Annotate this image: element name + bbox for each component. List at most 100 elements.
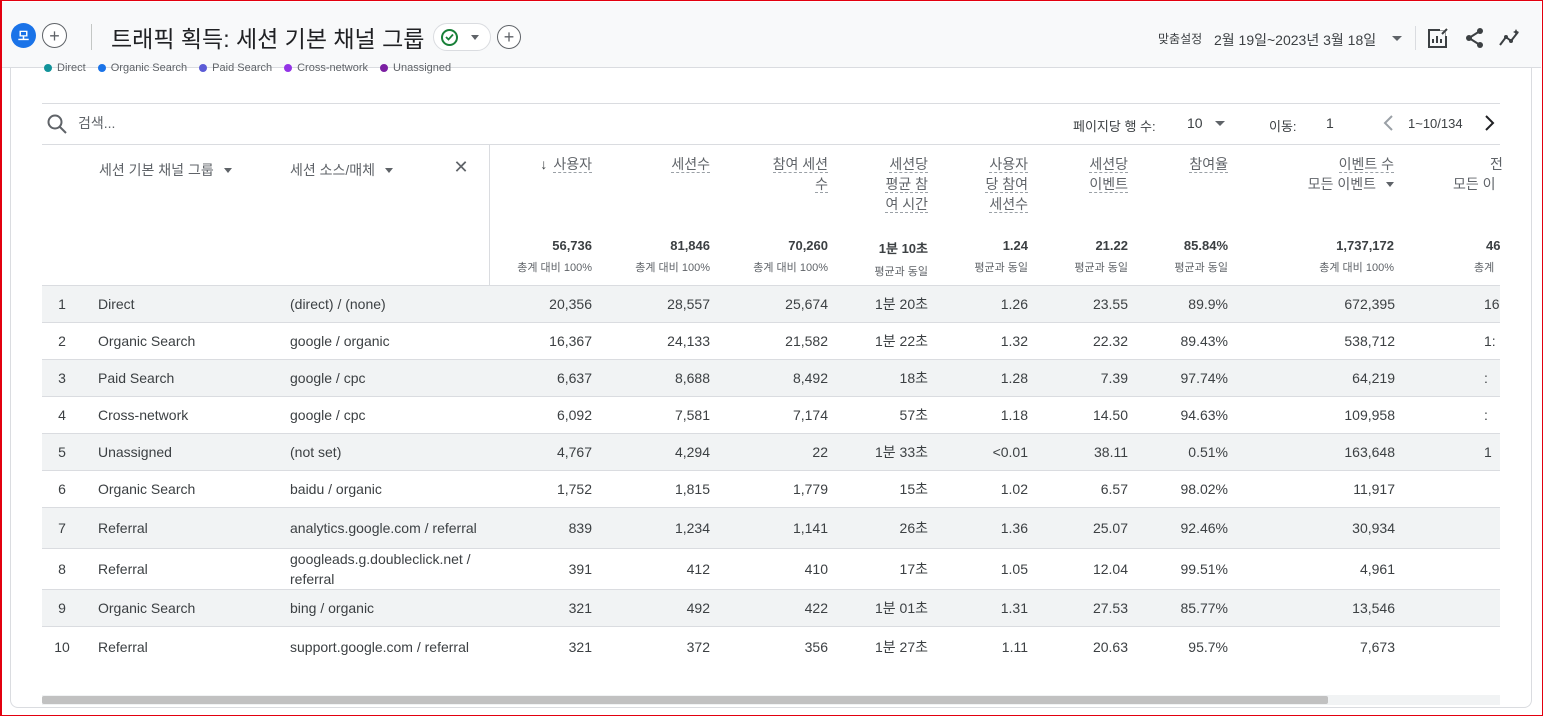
add-comparison-button[interactable]: +: [42, 23, 67, 48]
date-range-caret-icon[interactable]: [1392, 36, 1402, 41]
chart-legend: Direct Organic Search Paid Search Cross-…: [44, 62, 451, 74]
metric-cell: 422: [804, 600, 828, 616]
metric-cell: 1.02: [1000, 481, 1028, 497]
metric-cell: 1분 33초: [874, 444, 928, 460]
row-index: 4: [58, 407, 66, 423]
source-medium-cell[interactable]: google / cpc: [290, 397, 480, 433]
toolbar-divider: [42, 103, 1500, 104]
rows-per-page-select[interactable]: 10: [1187, 115, 1203, 131]
source-medium-cell[interactable]: google / cpc: [290, 360, 480, 396]
metric-cell: 1,141: [792, 520, 828, 536]
metric-cell: 8,492: [792, 370, 828, 386]
source-medium-cell[interactable]: bing / organic: [290, 590, 480, 626]
legend-item[interactable]: Direct: [44, 62, 86, 74]
metric-cell: 25.07: [1092, 520, 1128, 536]
customize-report-icon[interactable]: [1426, 26, 1450, 50]
remove-dimension-close-icon[interactable]: ✕: [452, 157, 470, 177]
date-range-picker[interactable]: 2월 19일~2023년 3월 18일: [1214, 30, 1376, 50]
goto-page-input[interactable]: 1: [1326, 115, 1334, 131]
metric-header-events-per-session[interactable]: 세션당이벤트: [1048, 154, 1128, 194]
secondary-dimension-header[interactable]: 세션 소스/매체: [290, 160, 394, 180]
legend-dot: [380, 64, 389, 72]
metric-header-engagement-rate[interactable]: 참여율: [1148, 154, 1228, 174]
metric-cell: 16,367: [549, 333, 592, 349]
table-row[interactable]: 6 Organic Search baidu / organic 1,752 1,815…: [42, 470, 1500, 507]
channel-cell[interactable]: Cross-network: [98, 397, 278, 433]
legend-item[interactable]: Paid Search: [199, 62, 272, 74]
metric-cell: 1,752: [556, 481, 592, 497]
channel-cell[interactable]: Organic Search: [98, 323, 278, 359]
chevron-down-icon: [1386, 181, 1394, 187]
metric-cell: 4,294: [674, 444, 710, 460]
insights-icon[interactable]: [1498, 26, 1522, 50]
table-row[interactable]: 1 Direct (direct) / (none) 20,356 28,557 25,6…: [42, 285, 1500, 322]
channel-cell[interactable]: Paid Search: [98, 360, 278, 396]
legend-item[interactable]: Unassigned: [380, 62, 451, 74]
metric-label: 세션당: [1089, 156, 1128, 173]
property-avatar[interactable]: 모: [11, 23, 36, 48]
table-row[interactable]: 9 Organic Search bing / organic 321 492 422 1분…: [42, 589, 1500, 626]
metric-cell: 1,234: [674, 520, 710, 536]
primary-dimension-header[interactable]: 세션 기본 채널 그룹: [99, 160, 232, 180]
metric-cell: 1.05: [1000, 561, 1028, 577]
table-row[interactable]: 3 Paid Search google / cpc 6,637 8,688 8,492 1…: [42, 359, 1500, 396]
table-row[interactable]: 2 Organic Search google / organic 16,367 24,…: [42, 322, 1500, 359]
metric-cell: 7.39: [1100, 370, 1128, 386]
metric-cell: 64,219: [1352, 370, 1395, 386]
table-search-input[interactable]: [78, 113, 378, 133]
source-medium-cell[interactable]: (not set): [290, 434, 480, 470]
metric-cell: :: [1484, 370, 1488, 386]
channel-cell[interactable]: Direct: [98, 286, 278, 322]
report-status-dropdown[interactable]: [433, 23, 491, 51]
table-row[interactable]: 10 Referral support.google.com / referral 3…: [42, 626, 1500, 666]
metric-header-avg-engagement-time[interactable]: 세션당 평균 참여 시간: [848, 154, 928, 214]
metric-cell: 28,557: [667, 296, 710, 312]
total-engagement-rate: 85.84% 평균과 동일: [1138, 238, 1228, 275]
table-row[interactable]: 7 Referral analytics.google.com / referral…: [42, 507, 1500, 548]
add-report-button[interactable]: +: [497, 25, 521, 49]
metric-header-sessions[interactable]: 세션수: [620, 154, 710, 174]
legend-item[interactable]: Organic Search: [97, 62, 187, 74]
metric-cell: 94.63%: [1180, 407, 1228, 423]
source-medium-cell[interactable]: baidu / organic: [290, 471, 480, 507]
channel-cell[interactable]: Unassigned: [98, 434, 278, 470]
chevron-left-icon[interactable]: [1379, 112, 1399, 134]
metric-cell: 1.18: [1000, 407, 1028, 423]
metric-header-conversions[interactable]: 전 모든 이: [1440, 154, 1540, 194]
table-row[interactable]: 8 Referral googleads.g.doubleclick.net / r…: [42, 548, 1500, 589]
total-comparison: 평균과 동일: [1074, 262, 1128, 274]
metric-header-engaged-sessions[interactable]: 참여 세션 수: [738, 154, 828, 194]
legend-item[interactable]: Cross-network: [284, 62, 368, 74]
source-medium-cell[interactable]: support.google.com / referral: [290, 627, 480, 666]
metric-header-event-count[interactable]: 이벤트 수 모든 이벤트: [1254, 154, 1394, 194]
table-row[interactable]: 4 Cross-network google / cpc 6,092 7,581 7,17…: [42, 396, 1500, 433]
metric-cell: 412: [686, 561, 710, 577]
total-value: 1,737,172: [1336, 238, 1394, 253]
channel-cell[interactable]: Referral: [98, 549, 278, 589]
chevron-right-icon[interactable]: [1479, 112, 1499, 134]
table-row[interactable]: 5 Unassigned (not set) 4,767 4,294 22 1분 33초 <0…: [42, 433, 1500, 470]
source-medium-cell[interactable]: analytics.google.com / referral: [290, 508, 480, 548]
metric-cell: 321: [568, 600, 592, 616]
horizontal-scrollbar-thumb[interactable]: [42, 696, 1328, 704]
metric-label: 여 시간: [885, 196, 928, 213]
chevron-down-icon[interactable]: [1215, 121, 1225, 126]
metric-header-users[interactable]: ↓ 사용자: [502, 154, 592, 174]
legend-dot: [284, 64, 293, 72]
channel-cell[interactable]: Referral: [98, 508, 278, 548]
metric-cell: 6,092: [556, 407, 592, 423]
channel-cell[interactable]: Referral: [98, 627, 278, 666]
channel-cell[interactable]: Organic Search: [98, 590, 278, 626]
source-medium-cell[interactable]: google / organic: [290, 323, 480, 359]
metric-header-engaged-sessions-per-user[interactable]: 사용자 당 참여 세션수: [948, 154, 1028, 214]
source-medium-cell[interactable]: googleads.g.doubleclick.net / referral: [290, 549, 480, 589]
share-icon[interactable]: [1463, 26, 1487, 50]
source-medium-cell[interactable]: (direct) / (none): [290, 286, 480, 322]
metric-label: 이벤트: [1089, 176, 1128, 193]
plus-icon: +: [503, 27, 515, 47]
metric-cell: 89.43%: [1180, 333, 1228, 349]
metric-cell: [1484, 590, 1500, 626]
total-comparison: 평균과 동일: [1174, 262, 1228, 274]
channel-cell[interactable]: Organic Search: [98, 471, 278, 507]
total-comparison: 총계 대비 100%: [1319, 262, 1394, 274]
